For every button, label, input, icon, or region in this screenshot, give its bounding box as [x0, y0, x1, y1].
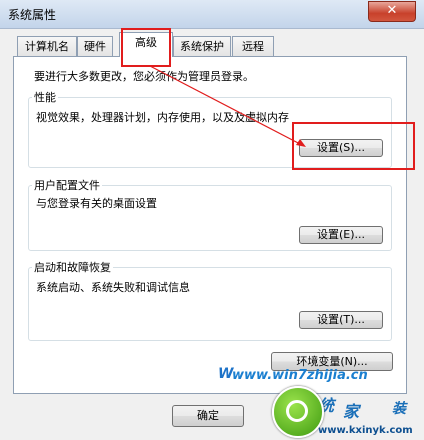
- highlight-box-advanced-tab: [121, 28, 171, 67]
- power-icon: [286, 400, 308, 422]
- tab-computer-name[interactable]: 计算机名: [17, 36, 77, 56]
- user-profiles-settings-button[interactable]: 设置(E)...: [299, 226, 383, 244]
- watermark-url-top: www.win7zhijia.cn: [232, 368, 368, 383]
- startup-recovery-title: 启动和故障恢复: [32, 259, 113, 275]
- title-bar: 系统属性 ✕: [0, 0, 424, 29]
- admin-notice: 要进行大多数更改，您必须作为管理员登录。: [34, 70, 254, 83]
- ok-button[interactable]: 确定: [172, 405, 244, 427]
- watermark-char-4: 装: [392, 401, 406, 417]
- close-button[interactable]: ✕: [368, 1, 416, 22]
- close-icon: ✕: [386, 3, 398, 18]
- watermark-url-bottom: www.kxinyk.com: [318, 425, 413, 436]
- highlight-box-settings-button: [292, 122, 415, 170]
- advanced-tab-page: 要进行大多数更改，您必须作为管理员登录。 性能 视觉效果，处理器计划，内存使用，…: [13, 56, 407, 394]
- window-title: 系统属性: [8, 8, 57, 22]
- startup-recovery-settings-button[interactable]: 设置(T)...: [299, 311, 383, 329]
- tab-hardware[interactable]: 硬件: [77, 36, 113, 56]
- startup-recovery-description: 系统启动、系统失败和调试信息: [36, 281, 190, 294]
- user-profiles-title: 用户配置文件: [32, 177, 102, 193]
- tab-remote[interactable]: 远程: [232, 36, 274, 56]
- tab-label: 系统保护: [180, 40, 224, 53]
- user-profiles-description: 与您登录有关的桌面设置: [36, 197, 157, 210]
- tab-label: 远程: [242, 40, 264, 53]
- watermark-logo-icon: [272, 386, 324, 438]
- performance-title: 性能: [32, 89, 58, 105]
- performance-description: 视觉效果，处理器计划，内存使用，以及及虚拟内存: [36, 111, 289, 124]
- watermark-char-3: 家: [343, 402, 360, 421]
- tab-system-protection[interactable]: 系统保护: [173, 36, 231, 56]
- tab-label: 计算机名: [25, 40, 69, 53]
- tab-label: 硬件: [84, 40, 106, 53]
